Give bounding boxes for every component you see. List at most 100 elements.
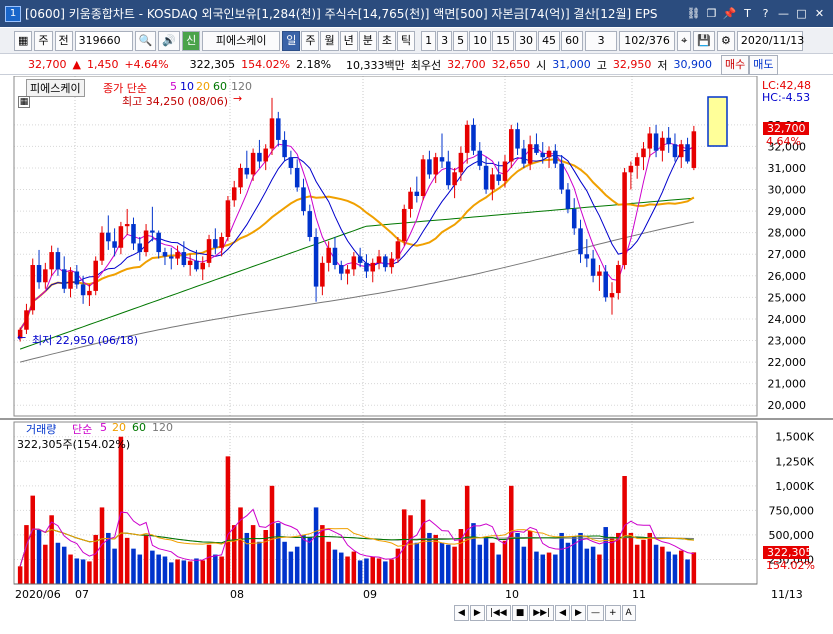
maximize-icon[interactable]: □ [794,6,809,21]
restore-icon[interactable]: ❐ [704,6,719,21]
period-button-5[interactable]: 초 [377,30,396,51]
crosshair-icon[interactable]: ⌖ [677,30,692,51]
volume-bar [200,560,206,584]
interval-button-10[interactable]: 10 [469,30,492,51]
interval-button-30[interactable]: 30 [515,30,538,51]
scroll-button-9[interactable]: A [621,605,636,621]
candle-body [250,152,256,175]
volume-bar [414,542,420,584]
period-button-4[interactable]: 분 [358,30,377,51]
volume-bar [150,550,155,584]
scroll-button-7[interactable]: — [586,605,604,621]
candle-body [225,200,231,237]
stock-code-input[interactable]: 319660 [74,30,133,51]
scroll-button-8[interactable]: + [604,605,621,621]
interval-button-3[interactable]: 3 [437,30,453,51]
scroll-button-4[interactable]: ▶▶| [529,605,555,621]
candle-body [521,148,527,164]
candle-body [647,133,653,149]
volume-bar [250,525,256,584]
last-volume-tag: 322,305 [763,546,813,559]
link-icon[interactable]: ⛓ [686,6,701,21]
scroll-button-1[interactable]: ▶ [469,605,485,621]
scroll-button-5[interactable]: ◀ [555,605,571,621]
interval-button-60[interactable]: 60 [561,30,584,51]
price-tick-label: 29,000 [768,205,807,218]
candle-body [257,152,262,162]
interval-button-45[interactable]: 45 [538,30,561,51]
scroll-button-2[interactable]: |◀◀ [485,605,511,621]
volume-bar [477,544,483,584]
save-icon[interactable]: 💾 [693,30,715,51]
x-label-07: 07 [75,588,89,601]
candle-body [515,129,520,149]
volume-bar [143,534,149,584]
interval-select[interactable]: 3 [585,30,618,51]
scroll-button-0[interactable]: ◀ [454,605,469,621]
candle-body [219,236,224,248]
grid-icon[interactable]: ▦ [14,30,33,51]
candle-body [540,152,546,158]
candle-body [326,247,331,263]
price-tick-label: 24,000 [768,313,807,326]
search-icon[interactable]: 🔍 [134,30,157,51]
price-tick-label: 31,000 [768,162,807,175]
market-select[interactable]: 주 [34,30,53,51]
prev-button[interactable]: 전 [54,30,73,51]
volume-bar [685,559,690,584]
price-tick-label: 26,000 [768,270,807,283]
volume-bar [175,559,180,584]
minimize-icon[interactable]: — [776,6,791,21]
candle-body [30,265,36,311]
new-badge[interactable]: 신 [182,30,201,51]
price-tick-label: 22,000 [768,356,807,369]
volume-bar [427,532,432,584]
volume-bar [590,546,596,584]
volume-bar [521,546,527,584]
interval-button-1[interactable]: 1 [421,30,437,51]
candle-body [263,148,268,162]
volume-bar [490,542,495,584]
close-icon[interactable]: ✕ [812,6,827,21]
forecast-highlight-box [707,96,728,147]
candle-body [269,118,275,149]
candle-body [80,284,86,296]
volume-bar [376,558,382,584]
candlestick-chart-svg[interactable]: 20,000 21,000 22,000 23,000 24,000 25,000 26,0… [0,75,833,631]
sound-icon[interactable]: 🔊 [158,30,181,51]
period-button-0[interactable]: 일 [282,30,301,51]
volume-bar [187,561,193,584]
candle-body [357,256,363,263]
interval-button-15[interactable]: 15 [492,30,515,51]
period-button-2[interactable]: 월 [320,30,339,51]
candle-body [49,252,54,270]
volume-tick-label: 1,250K [775,455,814,468]
scroll-button-6[interactable]: ▶ [571,605,586,621]
volume-bar [24,525,29,584]
low-annotation: 최저 22,950 (06/18) [32,334,139,347]
interval-button-5[interactable]: 5 [453,30,469,51]
grid-small-icon[interactable]: ▦ [18,96,30,108]
candle-body [565,189,571,209]
volume-bar [74,558,80,584]
volume-bar [219,556,224,584]
sell-button[interactable]: 매도 [749,54,778,75]
scroll-button-3[interactable]: ■ [511,605,529,621]
volume-bar [609,536,615,584]
text-icon[interactable]: T [740,6,755,21]
date-input[interactable]: 2020/11/13 [736,30,804,51]
candle-body [320,262,325,287]
candle-body [571,208,577,229]
turnover-rate: 2.18% [296,58,332,71]
candle-body [420,159,426,196]
volume-bar [17,566,23,584]
current-price: 32,700 [28,58,67,71]
pin-icon[interactable]: 📌 [722,6,737,21]
period-button-6[interactable]: 틱 [396,30,416,51]
period-button-3[interactable]: 년 [339,30,358,51]
period-button-1[interactable]: 주 [301,30,320,51]
settings-icon[interactable]: ⚙ [716,30,735,51]
help-icon[interactable]: ? [758,6,773,21]
window-title: [0600] 키움종합차트 - KOSDAQ 외국인보유[1,284(천)] 주… [25,7,658,21]
buy-button[interactable]: 매수 [721,54,750,75]
